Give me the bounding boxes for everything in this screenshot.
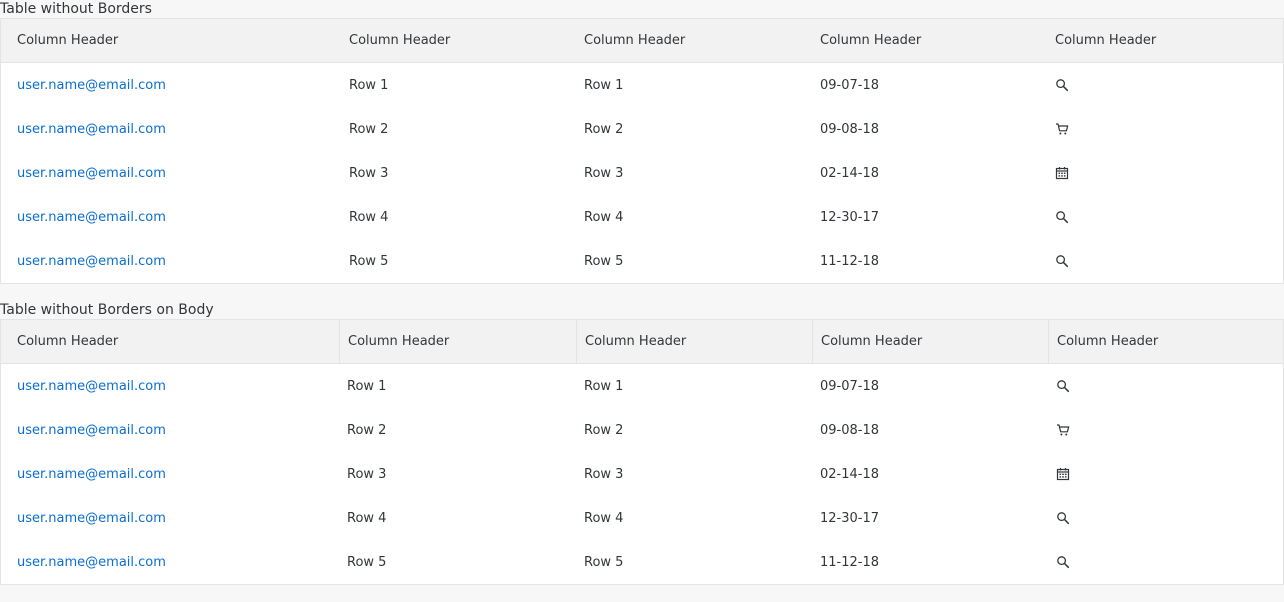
row-cell: Row 4 bbox=[584, 209, 624, 225]
table-row[interactable]: user.name@email.com Row 2 Row 2 09-08-18 bbox=[1, 107, 1283, 151]
table-row[interactable]: user.name@email.com Row 1 Row 1 09-07-18 bbox=[1, 63, 1283, 107]
row-cell: Row 3 bbox=[349, 165, 389, 181]
date-cell: 09-08-18 bbox=[820, 121, 880, 137]
email-link[interactable]: user.name@email.com bbox=[17, 555, 166, 570]
email-link[interactable]: user.name@email.com bbox=[17, 210, 166, 225]
date-cell: 11-12-18 bbox=[820, 253, 880, 269]
column-header[interactable]: Column Header bbox=[812, 320, 1048, 363]
row-cell: Row 2 bbox=[584, 422, 624, 438]
date-cell: 09-07-18 bbox=[820, 77, 880, 93]
email-link[interactable]: user.name@email.com bbox=[17, 467, 166, 482]
cart-icon[interactable] bbox=[1055, 122, 1069, 136]
date-cell: 12-30-17 bbox=[820, 510, 880, 526]
row-cell: Row 4 bbox=[584, 510, 624, 526]
table-row[interactable]: user.name@email.com Row 3 Row 3 02-14-18 bbox=[1, 452, 1283, 496]
column-header[interactable]: Column Header bbox=[339, 320, 576, 363]
row-cell: Row 4 bbox=[349, 209, 389, 225]
table-row[interactable]: user.name@email.com Row 5 Row 5 11-12-18 bbox=[1, 540, 1283, 584]
row-cell: Row 1 bbox=[347, 378, 387, 394]
table-row[interactable]: user.name@email.com Row 5 Row 5 11-12-18 bbox=[1, 239, 1283, 283]
row-cell: Row 3 bbox=[584, 165, 624, 181]
search-icon[interactable] bbox=[1055, 78, 1069, 92]
row-cell: Row 2 bbox=[347, 422, 387, 438]
row-cell: Row 2 bbox=[584, 121, 624, 137]
table-1-title: Table without Borders bbox=[0, 1, 152, 17]
column-header[interactable]: Column Header bbox=[339, 19, 576, 62]
email-link[interactable]: user.name@email.com bbox=[17, 511, 166, 526]
column-header[interactable]: Column Header bbox=[576, 19, 812, 62]
table-row[interactable]: user.name@email.com Row 1 Row 1 09-07-18 bbox=[1, 364, 1283, 408]
column-header[interactable]: Column Header bbox=[1, 19, 339, 62]
table-row[interactable]: user.name@email.com Row 4 Row 4 12-30-17 bbox=[1, 195, 1283, 239]
row-cell: Row 1 bbox=[349, 77, 389, 93]
table-2-title: Table without Borders on Body bbox=[0, 302, 214, 318]
email-link[interactable]: user.name@email.com bbox=[17, 379, 166, 394]
table-header-row: Column Header Column Header Column Heade… bbox=[1, 19, 1283, 63]
search-icon[interactable] bbox=[1056, 379, 1070, 393]
email-link[interactable]: user.name@email.com bbox=[17, 254, 166, 269]
search-icon[interactable] bbox=[1055, 210, 1069, 224]
row-cell: Row 3 bbox=[347, 466, 387, 482]
table-row[interactable]: user.name@email.com Row 4 Row 4 12-30-17 bbox=[1, 496, 1283, 540]
email-link[interactable]: user.name@email.com bbox=[17, 423, 166, 438]
date-cell: 09-07-18 bbox=[820, 378, 880, 394]
row-cell: Row 4 bbox=[347, 510, 387, 526]
row-cell: Row 5 bbox=[347, 554, 387, 570]
date-cell: 09-08-18 bbox=[820, 422, 880, 438]
date-cell: 02-14-18 bbox=[820, 165, 880, 181]
date-cell: 02-14-18 bbox=[820, 466, 880, 482]
row-cell: Row 5 bbox=[349, 253, 389, 269]
email-link[interactable]: user.name@email.com bbox=[17, 78, 166, 93]
row-cell: Row 2 bbox=[349, 121, 389, 137]
column-header[interactable]: Column Header bbox=[1048, 19, 1283, 62]
row-cell: Row 3 bbox=[584, 466, 624, 482]
row-cell: Row 5 bbox=[584, 253, 624, 269]
table-row[interactable]: user.name@email.com Row 3 Row 3 02-14-18 bbox=[1, 151, 1283, 195]
calendar-icon[interactable] bbox=[1055, 166, 1069, 180]
row-cell: Row 1 bbox=[584, 77, 624, 93]
table-without-borders: Column Header Column Header Column Heade… bbox=[0, 18, 1284, 284]
email-link[interactable]: user.name@email.com bbox=[17, 122, 166, 137]
column-header[interactable]: Column Header bbox=[1048, 320, 1283, 363]
search-icon[interactable] bbox=[1056, 511, 1070, 525]
email-link[interactable]: user.name@email.com bbox=[17, 166, 166, 181]
row-cell: Row 1 bbox=[584, 378, 624, 394]
search-icon[interactable] bbox=[1056, 555, 1070, 569]
column-header[interactable]: Column Header bbox=[576, 320, 812, 363]
date-cell: 12-30-17 bbox=[820, 209, 880, 225]
date-cell: 11-12-18 bbox=[820, 554, 880, 570]
column-header[interactable]: Column Header bbox=[1, 320, 339, 363]
row-cell: Row 5 bbox=[584, 554, 624, 570]
table-row[interactable]: user.name@email.com Row 2 Row 2 09-08-18 bbox=[1, 408, 1283, 452]
calendar-icon[interactable] bbox=[1056, 467, 1070, 481]
table-header-row: Column Header Column Header Column Heade… bbox=[1, 320, 1283, 364]
cart-icon[interactable] bbox=[1056, 423, 1070, 437]
table-without-borders-on-body: Column Header Column Header Column Heade… bbox=[0, 319, 1284, 585]
column-header[interactable]: Column Header bbox=[812, 19, 1048, 62]
search-icon[interactable] bbox=[1055, 254, 1069, 268]
